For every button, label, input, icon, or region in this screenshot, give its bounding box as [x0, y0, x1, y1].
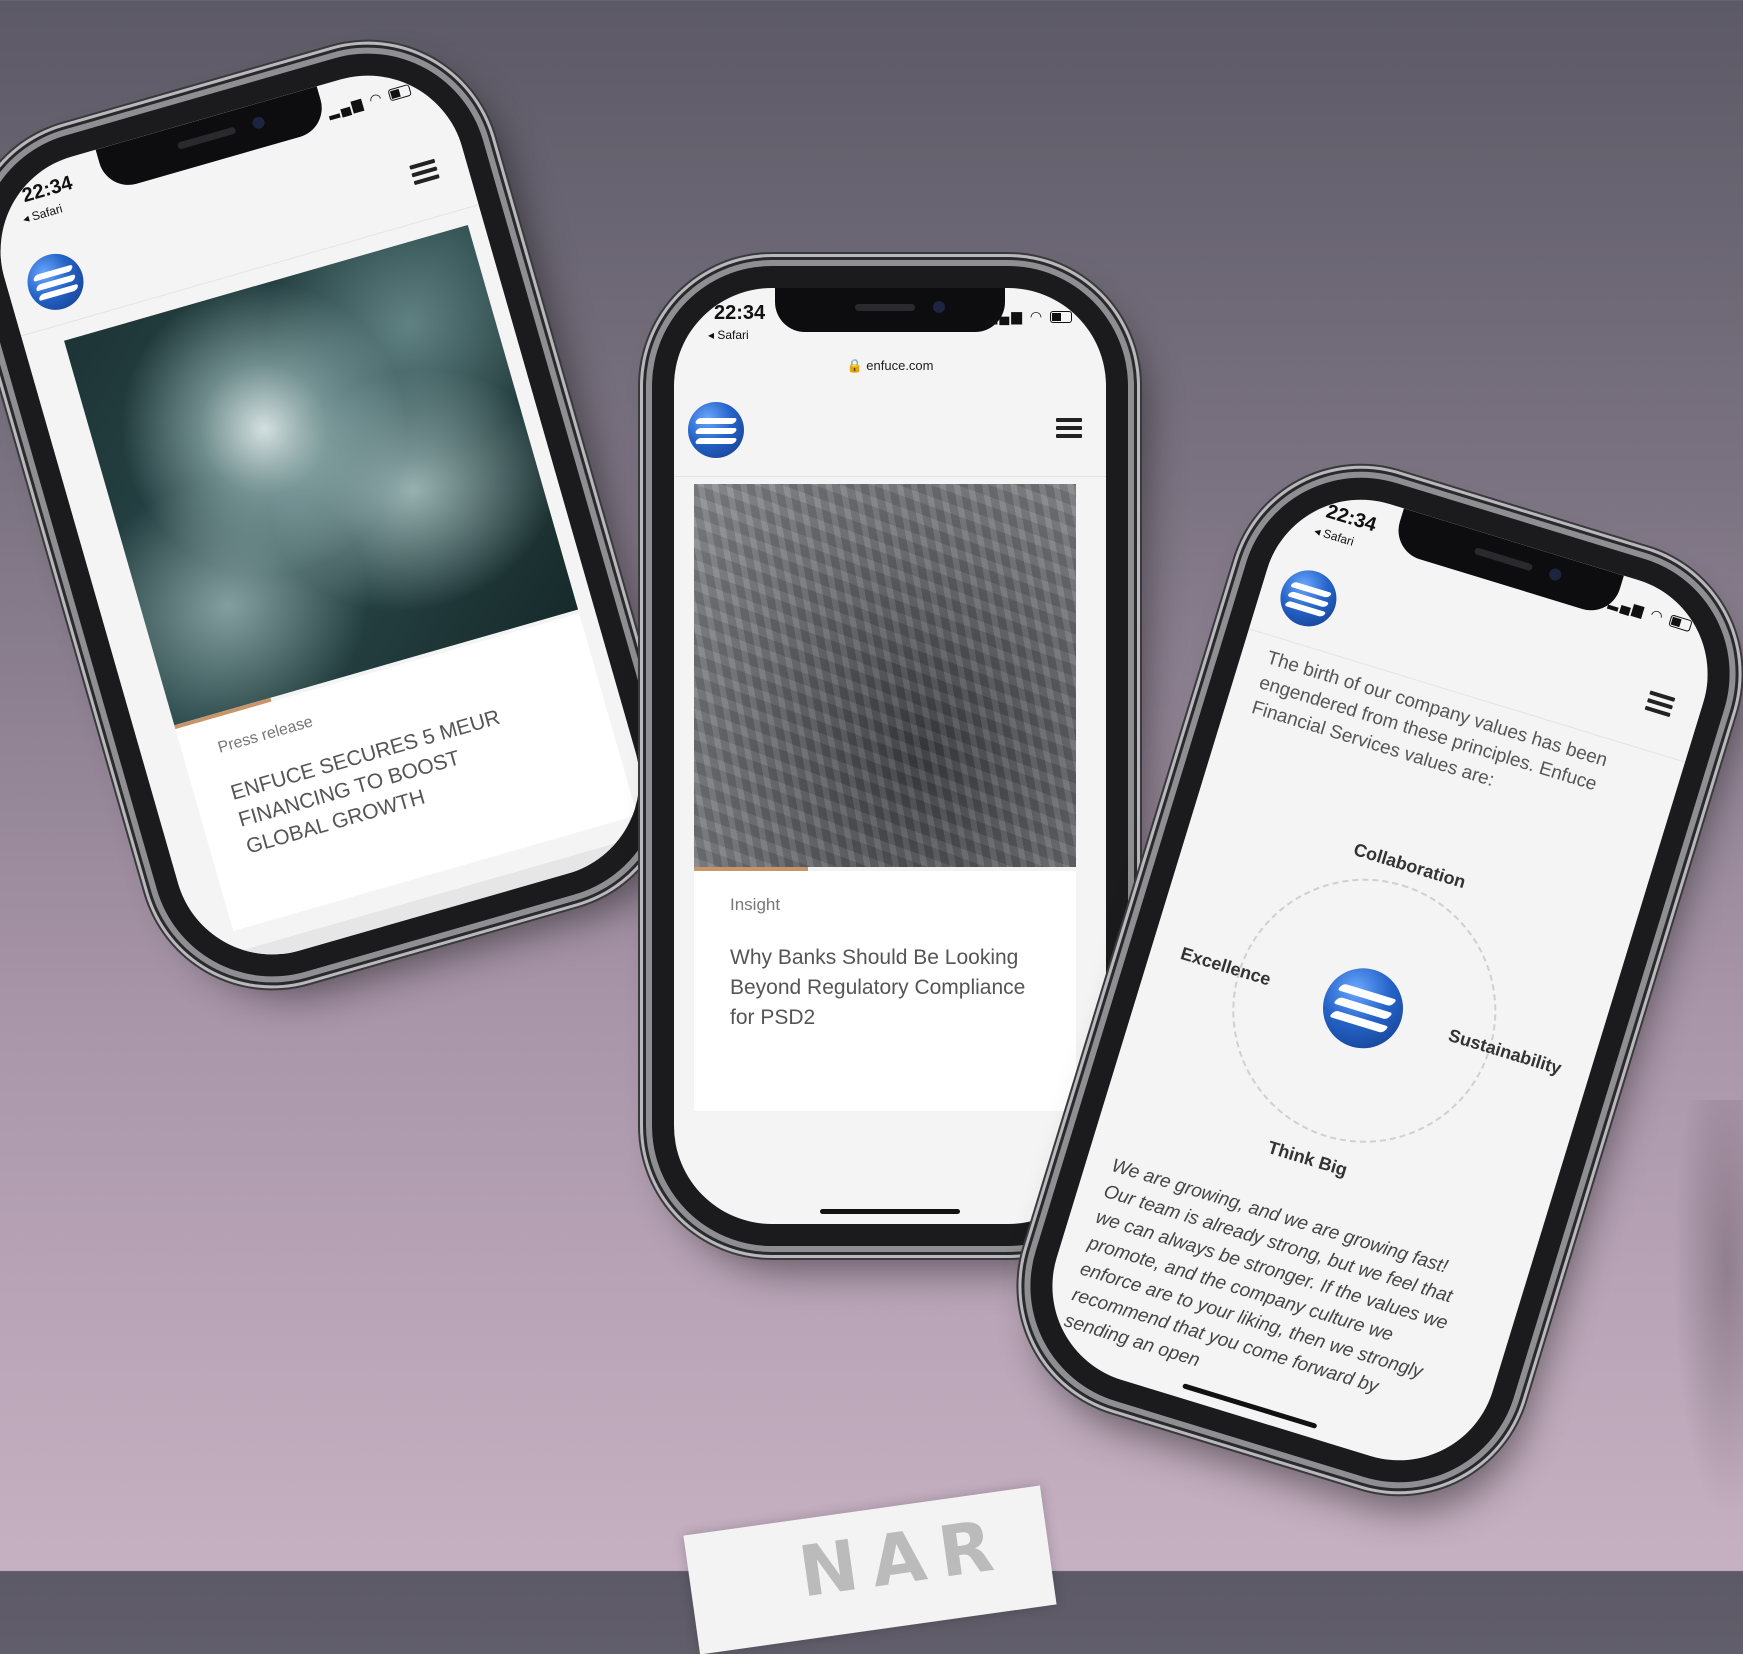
article-title[interactable]: Why Banks Should Be Looking Beyond Regul…: [730, 943, 1050, 1033]
site-header: [674, 388, 1106, 477]
value-think-big: Think Big: [1265, 1137, 1350, 1181]
battery-icon: [387, 84, 412, 102]
status-time: 22:34: [19, 171, 75, 208]
hamburger-menu-icon[interactable]: [409, 158, 440, 186]
phone-press-release: 22:34 ◂ Safari ▂▄▆ ◠ Press release ENFUC…: [0, 25, 690, 1005]
article-category: Press release: [216, 713, 315, 757]
notch: [775, 288, 1005, 332]
battery-icon: [1050, 311, 1072, 324]
phone-insight: 22:34 ◂ Safari ▂▄▆ ◠ 🔒 enfuce.com Insigh…: [652, 266, 1128, 1246]
article-hero-image[interactable]: [694, 484, 1076, 867]
wifi-icon: ◠: [367, 88, 386, 108]
phone-screen: 22:34 ◂ Safari ▂▄▆ ◠ Press release ENFUC…: [0, 52, 663, 978]
back-to-safari-link[interactable]: ◂ Safari: [708, 328, 749, 342]
phone-screen: 22:34 ◂ Safari ▂▄▆ ◠ 🔒 enfuce.com Insigh…: [674, 288, 1106, 1224]
home-indicator[interactable]: [820, 1209, 960, 1214]
values-body-text: We are growing, and we are growing fast!…: [1061, 1155, 1455, 1398]
sticker-card: NAR: [683, 1485, 1057, 1654]
address-bar[interactable]: 🔒 enfuce.com: [674, 358, 1106, 374]
signal-icon: ▂▄▆: [986, 308, 1024, 324]
article-category: Insight: [730, 895, 781, 914]
hamburger-menu-icon[interactable]: [1644, 690, 1676, 718]
status-icons: ▂▄▆ ◠: [987, 308, 1072, 325]
wifi-icon: ◠: [1648, 605, 1667, 626]
article-card[interactable]: Insight Why Banks Should Be Looking Beyo…: [694, 871, 1076, 1111]
wifi-icon: ◠: [1029, 308, 1045, 324]
phone-screen: 22:34 ◂ Safari ▂▄▆ ◠ The birth of our co…: [1028, 475, 1732, 1485]
signal-icon: ▂▄▆: [1607, 592, 1648, 620]
status-time: 22:34: [714, 302, 766, 324]
status-icons: ▂▄▆ ◠: [1607, 593, 1694, 634]
enfuce-logo[interactable]: [1273, 563, 1344, 634]
signal-icon: ▂▄▆: [325, 94, 367, 120]
tree-silhouette: [1673, 1100, 1743, 1520]
enfuce-logo[interactable]: [20, 247, 91, 317]
enfuce-logo[interactable]: [688, 402, 744, 458]
status-icons: ▂▄▆ ◠: [326, 81, 413, 121]
battery-icon: [1668, 614, 1693, 633]
hamburger-menu-icon[interactable]: [1056, 418, 1082, 438]
